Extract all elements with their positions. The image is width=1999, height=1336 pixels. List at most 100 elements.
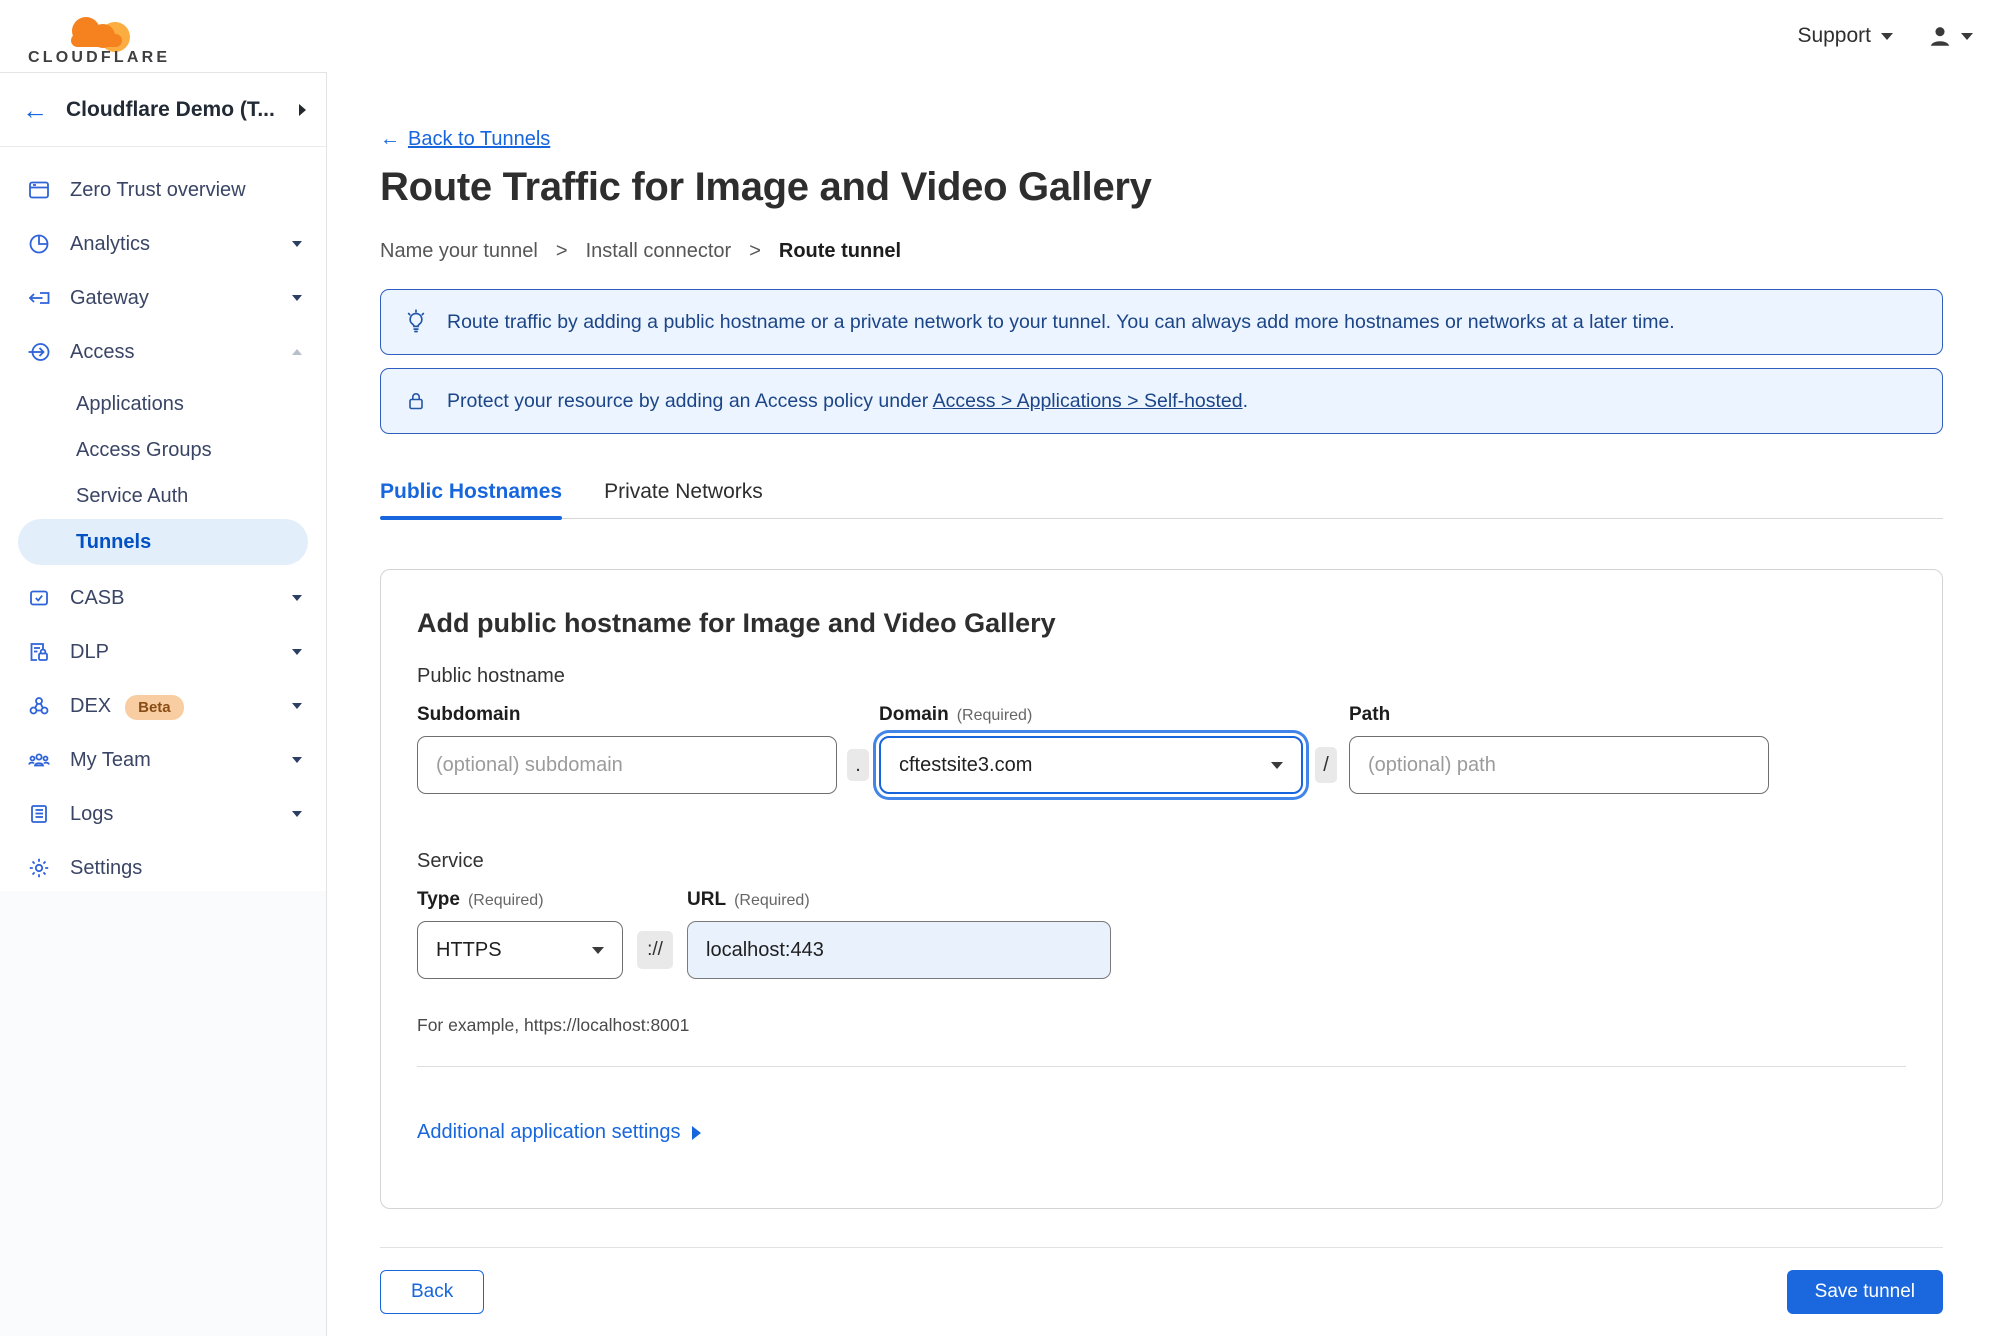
sidebar-item-analytics[interactable]: Analytics [0, 217, 326, 271]
access-sub-list: Applications Access Groups Service Auth … [0, 379, 326, 571]
hostname-row: Subdomain . Domain(Required) cftestsite3… [417, 704, 1906, 794]
chevron-down-icon[interactable] [292, 295, 302, 301]
sidebar-item-dex[interactable]: DEX Beta [0, 679, 326, 733]
step-separator: > [749, 240, 761, 262]
sidebar-item-applications[interactable]: Applications [0, 381, 326, 427]
dot-separator: . [847, 749, 869, 781]
support-menu[interactable]: Support [1797, 24, 1893, 48]
account-name: Cloudflare Demo (T... [66, 97, 275, 121]
url-input[interactable] [687, 921, 1111, 979]
chevron-down-icon [1271, 761, 1283, 769]
back-button[interactable]: Back [380, 1270, 485, 1314]
type-label: Type (Required) [417, 889, 544, 910]
sidebar-item-label: Zero Trust overview [70, 178, 246, 201]
sidebar-item-logs[interactable]: Logs [0, 787, 326, 841]
sidebar-item-my-team[interactable]: My Team [0, 733, 326, 787]
sidebar-item-label: Settings [70, 856, 143, 879]
sidebar-item-dlp[interactable]: DLP [0, 625, 326, 679]
domain-select[interactable]: cftestsite3.com [879, 736, 1303, 794]
service-type-select[interactable]: HTTPS [417, 921, 623, 979]
casb-icon [26, 585, 52, 611]
step-install-connector[interactable]: Install connector [586, 240, 732, 263]
back-to-tunnels-link[interactable]: ← Back to Tunnels [380, 128, 550, 151]
sidebar-item-gateway[interactable]: Gateway [0, 271, 326, 325]
chevron-right-icon[interactable] [299, 103, 306, 116]
gateway-icon [26, 285, 52, 311]
team-icon [26, 747, 52, 773]
domain-selected-value: cftestsite3.com [899, 753, 1033, 776]
chevron-down-icon[interactable] [292, 595, 302, 601]
slash-separator: / [1315, 747, 1337, 783]
subdomain-label: Subdomain [417, 704, 521, 725]
card-divider [417, 1066, 1906, 1067]
sidebar-item-label: Gateway [70, 286, 149, 309]
chevron-up-icon[interactable] [292, 349, 302, 355]
chevron-down-icon[interactable] [292, 649, 302, 655]
sidebar-item-label: DLP [70, 640, 109, 663]
chevron-down-icon[interactable] [292, 757, 302, 763]
sidebar: ← Cloudflare Demo (T... Zero Trust overv… [0, 72, 327, 1336]
sub-item-label: Service Auth [76, 484, 189, 507]
sidebar-item-label: Access [70, 340, 135, 363]
route-banner-text: Route traffic by adding a public hostnam… [447, 310, 1675, 333]
save-tunnel-button[interactable]: Save tunnel [1786, 1270, 1943, 1314]
type-selected-value: HTTPS [436, 938, 502, 961]
path-input[interactable] [1349, 736, 1769, 794]
cloudflare-logo: CLOUDFLARE [14, 7, 174, 65]
access-applications-self-hosted-link[interactable]: Access > Applications > Self-hosted [933, 390, 1243, 412]
access-banner-text: Protect your resource by adding an Acces… [447, 389, 1249, 412]
service-section-label: Service [417, 850, 484, 872]
chevron-down-icon[interactable] [292, 811, 302, 817]
sidebar-item-label: Analytics [70, 232, 151, 255]
support-label: Support [1797, 24, 1871, 47]
required-hint: (Required) [467, 892, 544, 909]
back-arrow-icon[interactable]: ← [22, 97, 48, 123]
footer-divider [380, 1247, 1943, 1248]
service-row: Type (Required) HTTPS :// URL (Required) [417, 889, 1906, 979]
sidebar-item-access[interactable]: Access [0, 325, 326, 379]
scheme-separator: :// [637, 931, 673, 969]
main-content: ← Back to Tunnels Route Traffic for Imag… [328, 72, 1999, 1336]
sidebar-item-zero-trust-overview[interactable]: Zero Trust overview [0, 163, 326, 217]
lightbulb-icon [403, 309, 429, 335]
chevron-down-icon[interactable] [292, 241, 302, 247]
logs-icon [26, 801, 52, 827]
back-link-label: Back to Tunnels [408, 128, 551, 150]
sidebar-item-tunnels[interactable]: Tunnels [18, 519, 308, 565]
chevron-down-icon [1961, 32, 1973, 40]
chevron-right-icon [691, 1125, 701, 1140]
add-public-hostname-card: Add public hostname for Image and Video … [380, 569, 1943, 1209]
top-bar: CLOUDFLARE Support [0, 0, 1999, 72]
card-heading: Add public hostname for Image and Video … [417, 608, 1056, 638]
dex-icon [26, 693, 52, 719]
tab-public-hostnames[interactable]: Public Hostnames [380, 480, 563, 520]
sidebar-item-settings[interactable]: Settings [0, 841, 326, 895]
sidebar-nav: Zero Trust overview Analytics Gateway Ac… [0, 147, 326, 908]
lock-icon [403, 388, 429, 414]
path-label: Path [1349, 704, 1391, 725]
sidebar-item-casb[interactable]: CASB [0, 571, 326, 625]
page-title: Route Traffic for Image and Video Galler… [380, 165, 1152, 209]
tab-private-networks[interactable]: Private Networks [604, 480, 763, 518]
sub-item-label: Applications [76, 392, 184, 415]
sidebar-item-service-auth[interactable]: Service Auth [0, 473, 326, 519]
window-icon [26, 177, 52, 203]
access-icon [26, 339, 52, 365]
beta-badge: Beta [125, 694, 184, 720]
user-menu[interactable] [1927, 23, 1973, 49]
sidebar-account-header[interactable]: ← Cloudflare Demo (T... [0, 73, 326, 147]
chevron-down-icon [1881, 32, 1893, 40]
step-separator: > [555, 240, 568, 262]
step-name-your-tunnel[interactable]: Name your tunnel [380, 240, 538, 263]
subdomain-input[interactable] [417, 736, 837, 794]
logo-text: CLOUDFLARE [28, 49, 170, 65]
sidebar-item-access-groups[interactable]: Access Groups [0, 427, 326, 473]
sidebar-footer-area [0, 891, 326, 1336]
additional-application-settings-link[interactable]: Additional application settings [417, 1121, 701, 1144]
sidebar-item-label: My Team [70, 748, 151, 771]
chevron-down-icon[interactable] [292, 703, 302, 709]
wizard-steps: Name your tunnel > Install connector > R… [380, 240, 1943, 263]
sub-item-label: Tunnels [76, 530, 152, 553]
back-arrow-icon: ← [380, 128, 400, 150]
sub-item-label: Access Groups [76, 438, 212, 461]
